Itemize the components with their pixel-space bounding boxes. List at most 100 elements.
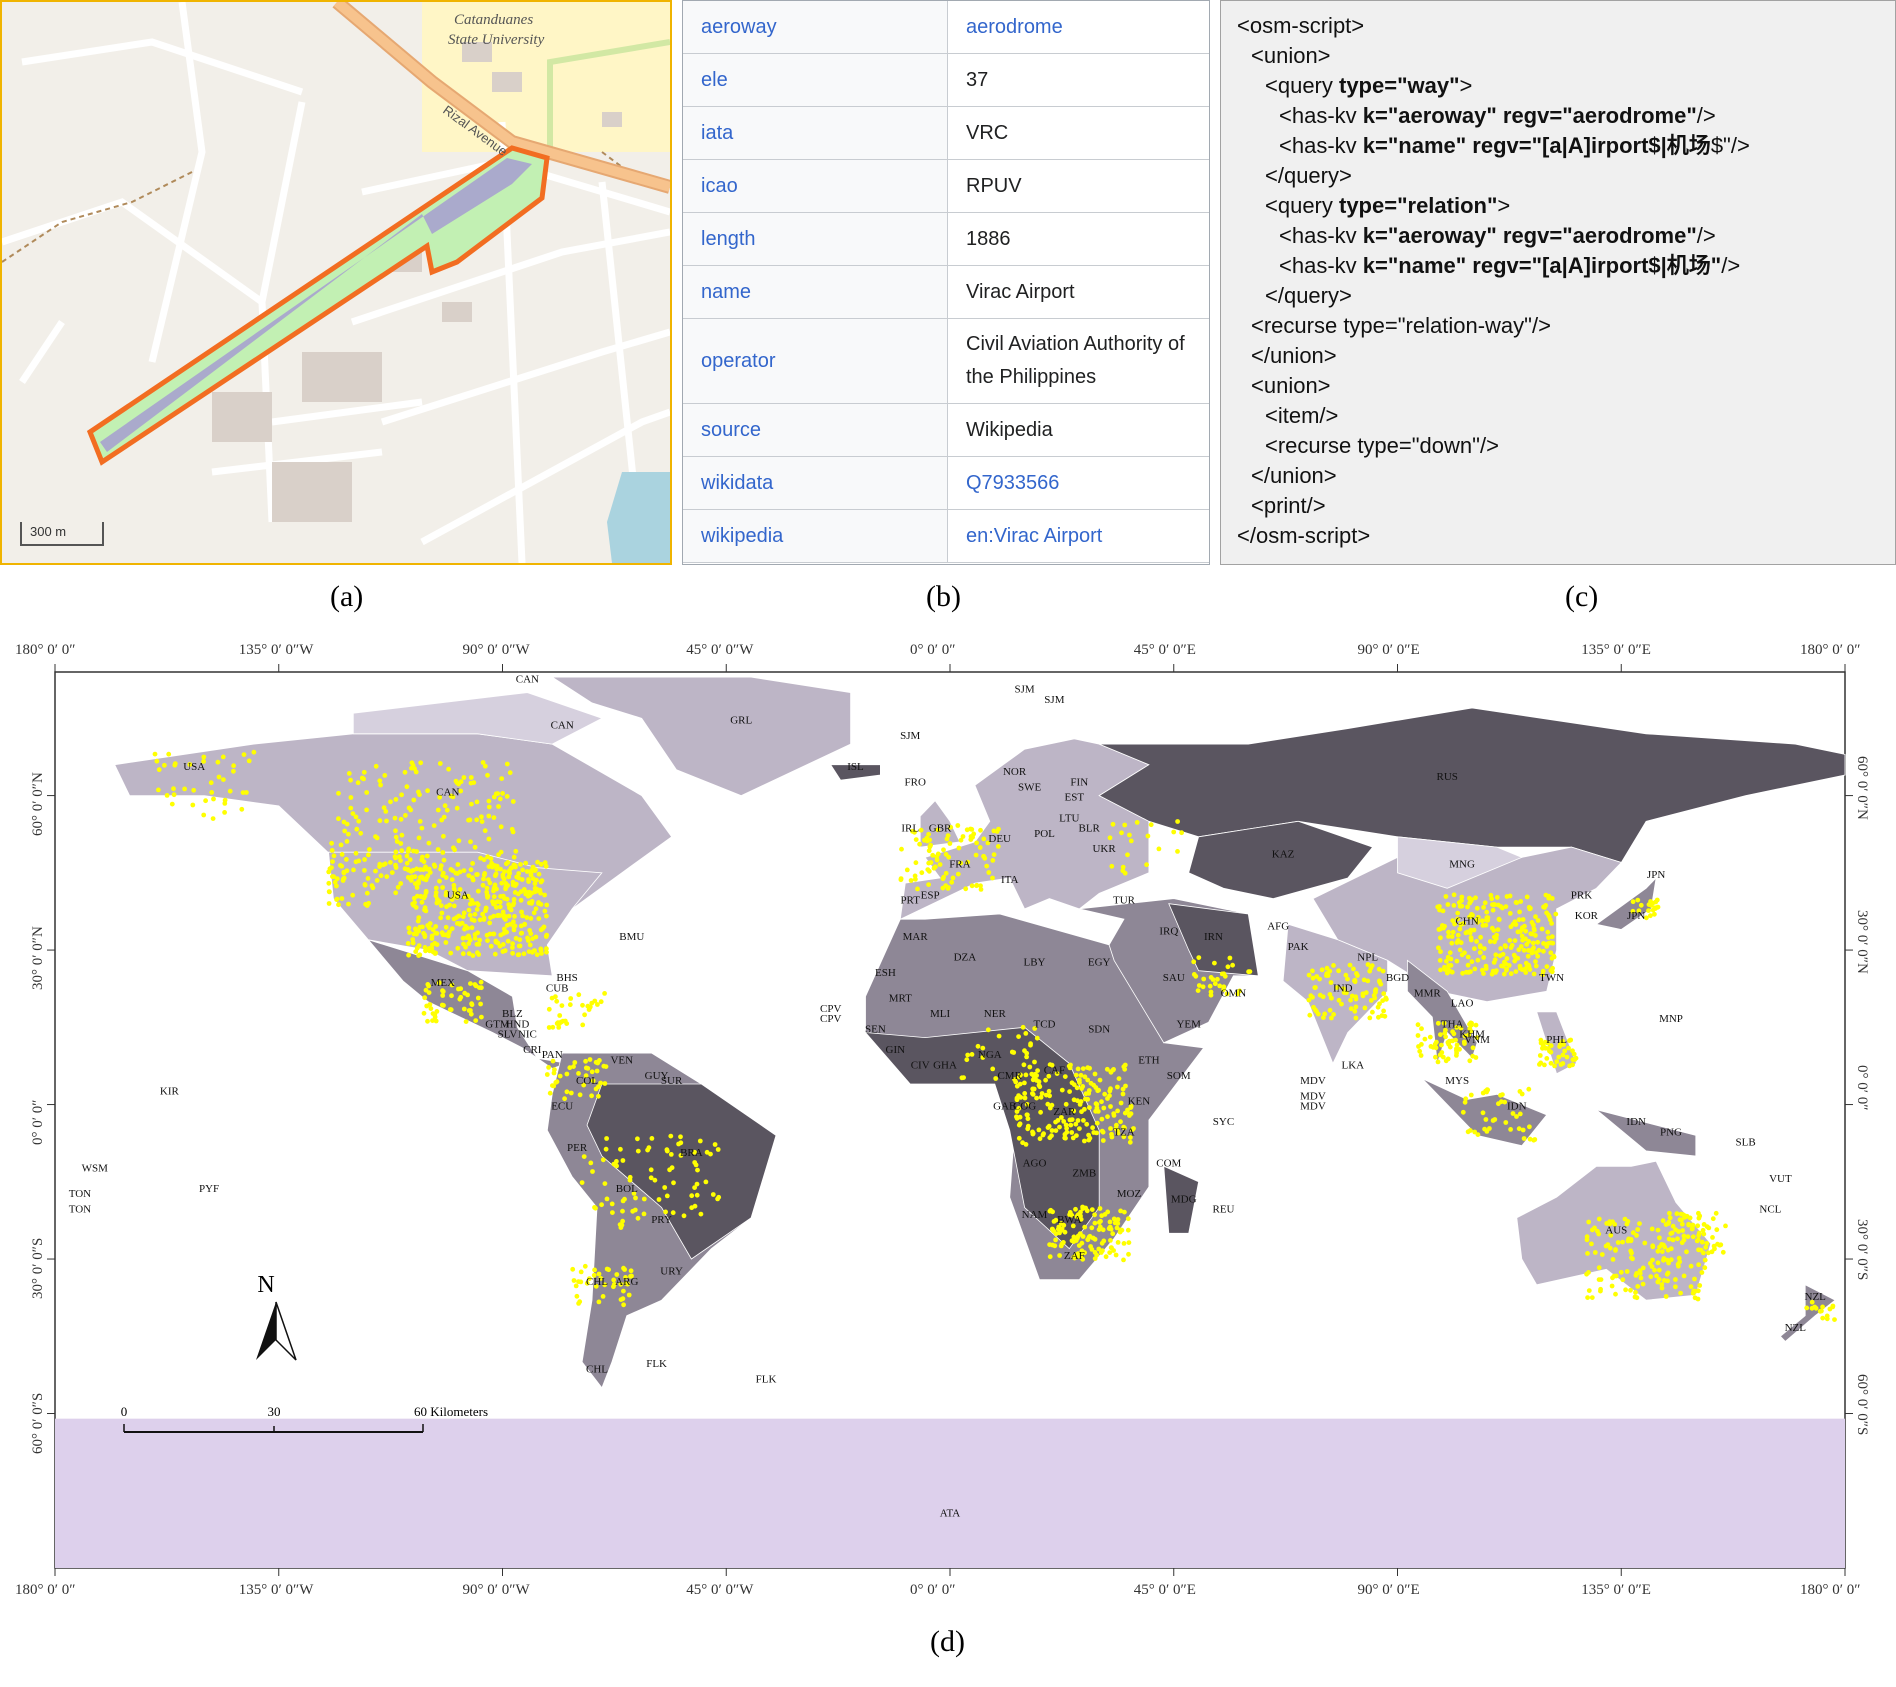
airport-point[interactable] <box>384 818 389 824</box>
airport-point[interactable] <box>1463 969 1469 975</box>
airport-point[interactable] <box>1492 957 1498 963</box>
airport-point[interactable] <box>346 901 351 907</box>
airport-point[interactable] <box>1659 1282 1665 1287</box>
airport-point[interactable] <box>1107 1225 1112 1231</box>
airport-point[interactable] <box>1117 1229 1123 1235</box>
airport-point[interactable] <box>977 845 983 850</box>
airport-point[interactable] <box>1820 1315 1826 1321</box>
airport-point[interactable] <box>426 840 432 846</box>
airport-point[interactable] <box>156 787 161 793</box>
airport-point[interactable] <box>1115 1108 1120 1114</box>
airport-point[interactable] <box>1067 1089 1072 1094</box>
airport-point[interactable] <box>488 856 494 862</box>
airport-point[interactable] <box>486 804 492 810</box>
airport-point[interactable] <box>441 857 447 863</box>
airport-point[interactable] <box>1544 910 1549 916</box>
airport-point[interactable] <box>497 796 503 802</box>
airport-point[interactable] <box>1552 1063 1557 1069</box>
airport-point[interactable] <box>1080 1084 1086 1089</box>
airport-point[interactable] <box>981 836 987 842</box>
airport-point[interactable] <box>169 801 175 807</box>
airport-point[interactable] <box>621 1302 626 1308</box>
airport-point[interactable] <box>1681 1237 1687 1243</box>
airport-point[interactable] <box>1527 1124 1532 1130</box>
airport-point[interactable] <box>1207 983 1213 989</box>
airport-point[interactable] <box>1100 1138 1106 1143</box>
airport-point[interactable] <box>377 864 382 869</box>
airport-point[interactable] <box>344 868 350 874</box>
airport-point[interactable] <box>1087 1135 1093 1141</box>
airport-point[interactable] <box>708 1151 713 1157</box>
airport-point[interactable] <box>1691 1288 1697 1294</box>
airport-point[interactable] <box>1679 1217 1684 1223</box>
airport-point[interactable] <box>1336 968 1341 974</box>
airport-point[interactable] <box>596 1093 601 1099</box>
airport-point[interactable] <box>1610 1257 1616 1262</box>
airport-point[interactable] <box>1445 954 1451 960</box>
airport-point[interactable] <box>512 883 518 888</box>
airport-point[interactable] <box>1824 1316 1830 1322</box>
airport-point[interactable] <box>1570 1057 1576 1062</box>
airport-point[interactable] <box>1472 966 1478 972</box>
airport-point[interactable] <box>1567 1038 1572 1043</box>
airport-point[interactable] <box>496 804 501 809</box>
airport-point[interactable] <box>231 763 237 769</box>
airport-point[interactable] <box>1676 1255 1682 1261</box>
airport-point[interactable] <box>1134 820 1140 825</box>
airport-point[interactable] <box>990 1066 996 1072</box>
airport-point[interactable] <box>432 1012 438 1017</box>
airport-point[interactable] <box>582 1012 587 1018</box>
airport-point[interactable] <box>1720 1249 1726 1255</box>
airport-point[interactable] <box>425 982 431 987</box>
airport-point[interactable] <box>430 1018 435 1023</box>
airport-point[interactable] <box>1073 1121 1079 1127</box>
airport-point[interactable] <box>1634 1233 1639 1238</box>
airport-point[interactable] <box>1051 1228 1057 1234</box>
airport-point[interactable] <box>201 812 207 818</box>
airport-point[interactable] <box>355 780 361 786</box>
airport-point[interactable] <box>635 1136 640 1142</box>
airport-point[interactable] <box>1710 1235 1715 1240</box>
airport-point[interactable] <box>431 823 437 828</box>
airport-point[interactable] <box>338 842 344 848</box>
airport-point[interactable] <box>412 874 418 880</box>
airport-point[interactable] <box>470 953 476 958</box>
airport-point[interactable] <box>669 1165 675 1171</box>
airport-point[interactable] <box>1016 1034 1021 1039</box>
airport-point[interactable] <box>1590 1227 1595 1233</box>
airport-point[interactable] <box>1306 972 1312 978</box>
airport-point[interactable] <box>366 852 371 858</box>
airport-point[interactable] <box>364 807 369 813</box>
airport-point[interactable] <box>373 868 378 874</box>
airport-point[interactable] <box>1713 1210 1719 1216</box>
airport-point[interactable] <box>1085 1096 1091 1102</box>
airport-point[interactable] <box>1628 1248 1634 1254</box>
airport-point[interactable] <box>420 854 425 860</box>
airport-point[interactable] <box>1126 1240 1132 1245</box>
airport-point[interactable] <box>1484 917 1489 923</box>
airport-point[interactable] <box>374 878 380 883</box>
airport-point[interactable] <box>209 790 215 795</box>
airport-point[interactable] <box>1110 821 1116 827</box>
airport-point[interactable] <box>1095 1109 1101 1114</box>
airport-point[interactable] <box>473 1018 479 1023</box>
airport-point[interactable] <box>1111 1113 1117 1118</box>
airport-point[interactable] <box>488 943 494 949</box>
airport-point[interactable] <box>1473 1022 1479 1028</box>
airport-point[interactable] <box>671 1180 676 1186</box>
airport-point[interactable] <box>423 987 429 993</box>
airport-point[interactable] <box>474 799 480 805</box>
airport-point[interactable] <box>1628 1238 1634 1244</box>
airport-point[interactable] <box>1817 1308 1823 1314</box>
airport-point[interactable] <box>517 943 523 949</box>
airport-point[interactable] <box>1541 948 1546 954</box>
airport-point[interactable] <box>1324 965 1330 971</box>
airport-point[interactable] <box>1067 1117 1073 1123</box>
airport-point[interactable] <box>1500 1092 1505 1097</box>
airport-point[interactable] <box>974 840 979 846</box>
airport-point[interactable] <box>1630 1256 1635 1262</box>
airport-point[interactable] <box>432 864 438 869</box>
airport-point[interactable] <box>1438 935 1443 941</box>
airport-point[interactable] <box>446 766 451 772</box>
airport-point[interactable] <box>695 1167 700 1173</box>
